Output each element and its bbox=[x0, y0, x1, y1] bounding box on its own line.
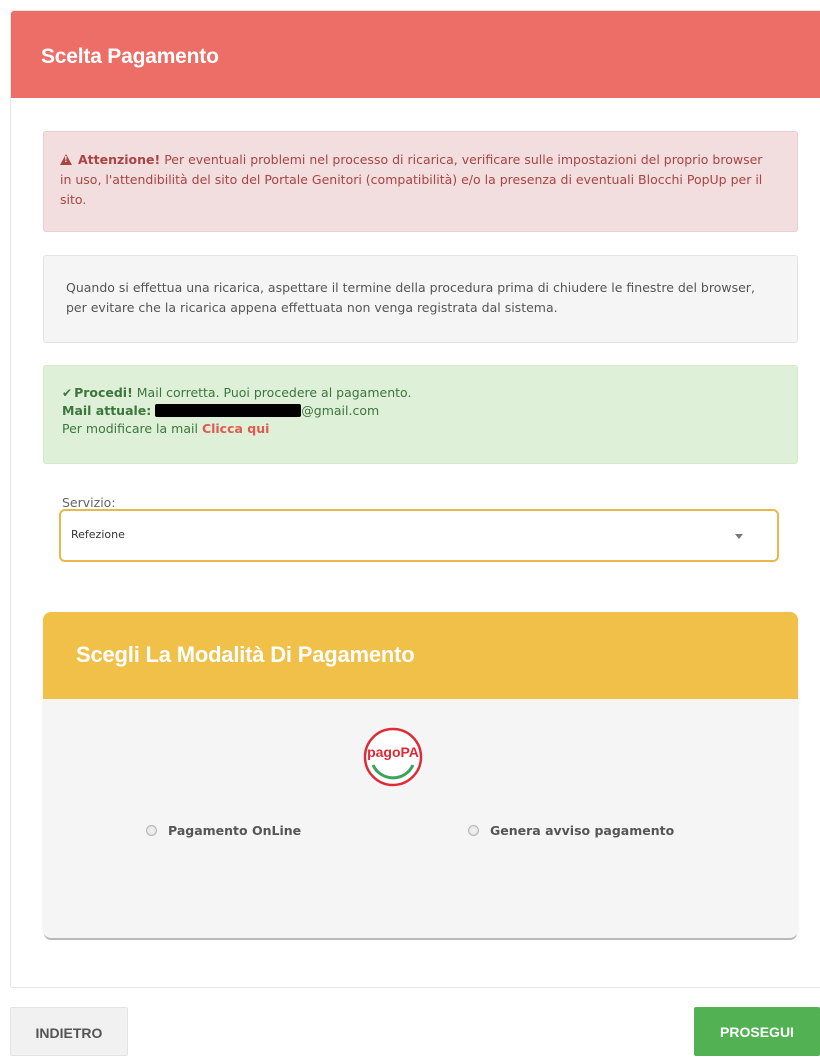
radio-circle[interactable] bbox=[468, 825, 479, 836]
pagopa-logo-text: pagoPA bbox=[367, 744, 419, 760]
caret-down-icon bbox=[735, 534, 743, 539]
radio-circle[interactable] bbox=[146, 825, 157, 836]
payment-method-title: Scegli La Modalità Di Pagamento bbox=[76, 642, 415, 667]
back-button[interactable]: INDIETRO bbox=[10, 1007, 128, 1056]
warning-alert: Attenzione! Per eventuali problemi nel p… bbox=[43, 131, 798, 232]
info-alert: Quando si effettua una ricarica, aspetta… bbox=[43, 255, 798, 343]
redacted-email bbox=[155, 404, 302, 417]
panel-header: Scelta Pagamento bbox=[11, 11, 820, 98]
service-selected-value: Refezione bbox=[71, 528, 125, 541]
success-title: Procedi! bbox=[74, 385, 133, 400]
change-mail-link[interactable]: Clicca qui bbox=[202, 421, 269, 436]
change-mail-line: Per modificare la mail Clicca qui bbox=[62, 420, 777, 438]
mail-domain: @gmail.com bbox=[301, 403, 380, 418]
mail-label: Mail attuale: bbox=[62, 403, 152, 418]
info-text: Quando si effettua una ricarica, aspetta… bbox=[66, 280, 755, 315]
change-mail-text: Per modificare la mail bbox=[62, 421, 202, 436]
warning-text: Per eventuali problemi nel processo di r… bbox=[60, 152, 763, 207]
pagopa-logo: pagoPA bbox=[363, 727, 423, 787]
radio-pagamento-online[interactable]: Pagamento OnLine bbox=[146, 823, 301, 838]
continue-button[interactable]: PROSEGUI bbox=[694, 1007, 820, 1056]
warning-icon bbox=[60, 154, 72, 165]
payment-choice-panel: Scelta Pagamento Attenzione! Per eventua… bbox=[10, 10, 820, 988]
page-title: Scelta Pagamento bbox=[41, 45, 219, 68]
warning-title: Attenzione! bbox=[77, 152, 161, 167]
radio-genera-avviso[interactable]: Genera avviso pagamento bbox=[468, 823, 674, 838]
service-label: Servizio: bbox=[62, 495, 116, 510]
mail-line: Mail attuale: @gmail.com bbox=[62, 402, 777, 420]
radio-label-avviso: Genera avviso pagamento bbox=[490, 823, 675, 838]
payment-method-card: Scegli La Modalità Di Pagamento pagoPA P… bbox=[43, 612, 798, 938]
payment-method-header: Scegli La Modalità Di Pagamento bbox=[43, 612, 798, 699]
service-select[interactable]: Refezione bbox=[59, 509, 779, 562]
success-line: ✔ Procedi! Mail corretta. Puoi procedere … bbox=[62, 384, 777, 402]
check-icon: ✔ bbox=[62, 386, 73, 400]
success-text: Mail corretta. Puoi procedere al pagamen… bbox=[132, 385, 412, 400]
success-alert: ✔ Procedi! Mail corretta. Puoi procedere … bbox=[43, 365, 798, 464]
radio-label-online: Pagamento OnLine bbox=[168, 823, 302, 838]
